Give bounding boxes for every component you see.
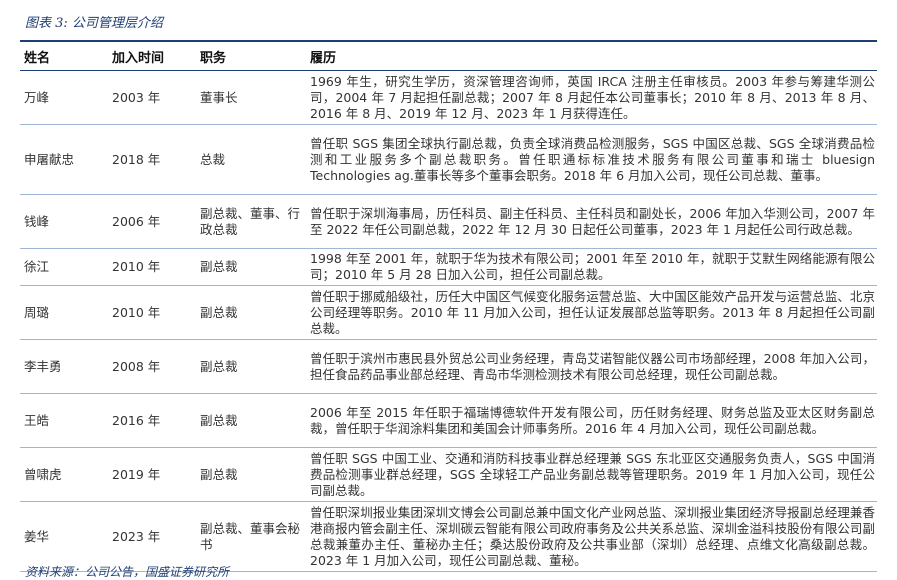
management-table: 姓名 加入时间 职务 履历 万峰 2003 年 董事长 1969 年生，研究生学… [20, 42, 877, 572]
report-page: 图表 3: 公司管理层介绍 姓名 加入时间 职务 履历 万峰 2003 年 董事… [0, 0, 897, 579]
cell-year: 2003 年 [108, 70, 196, 125]
cell-title: 副总裁 [196, 339, 306, 394]
cell-title: 副总裁 [196, 393, 306, 448]
cell-year: 2018 年 [108, 124, 196, 195]
cell-name: 姜华 [20, 501, 108, 572]
cell-title: 董事长 [196, 70, 306, 125]
cell-name: 周璐 [20, 285, 108, 340]
table-row: 李丰勇 2008 年 副总裁 曾任职于滨州市惠民县外贸总公司业务经理，青岛艾诺智… [20, 339, 877, 394]
cell-year: 2006 年 [108, 194, 196, 249]
cell-title: 副总裁、董事会秘书 [196, 501, 306, 572]
header-name: 姓名 [20, 42, 108, 71]
cell-bio: 曾任职于挪威船级社，历任大中国区气候变化服务运营总监、大中国区能效产品开发与运营… [306, 285, 877, 340]
cell-title: 副总裁 [196, 447, 306, 502]
cell-bio: 曾任职于滨州市惠民县外贸总公司业务经理，青岛艾诺智能仪器公司市场部经理，2008… [306, 339, 877, 394]
cell-bio: 曾任职深圳报业集团深圳文博会公司副总兼中国文化产业网总监、深圳报业集团经济导报副… [306, 501, 877, 572]
cell-year: 2016 年 [108, 393, 196, 448]
table-row: 申屠献忠 2018 年 总裁 曾任职 SGS 集团全球执行副总裁，负责全球消费品… [20, 124, 877, 195]
table-row: 钱峰 2006 年 副总裁、董事、行政总裁 曾任职于深圳海事局，历任科员、副主任… [20, 194, 877, 249]
cell-title: 副总裁 [196, 248, 306, 286]
cell-name: 王皓 [20, 393, 108, 448]
header-biography: 履历 [306, 42, 877, 71]
table-row: 曾啸虎 2019 年 副总裁 曾任职 SGS 中国工业、交通和消防科技事业群总经… [20, 447, 877, 502]
cell-name: 李丰勇 [20, 339, 108, 394]
cell-name: 万峰 [20, 70, 108, 125]
table-row: 周璐 2010 年 副总裁 曾任职于挪威船级社，历任大中国区气候变化服务运营总监… [20, 285, 877, 340]
table-row: 万峰 2003 年 董事长 1969 年生，研究生学历，资深管理咨询师，英国 I… [20, 70, 877, 125]
source-note: 资料来源：公司公告，国盛证券研究所 [25, 565, 230, 579]
cell-bio: 曾任职 SGS 集团全球执行副总裁，负责全球消费品检测服务，SGS 中国区总裁、… [306, 124, 877, 195]
cell-year: 2010 年 [108, 248, 196, 286]
cell-year: 2019 年 [108, 447, 196, 502]
cell-bio: 曾任职 SGS 中国工业、交通和消防科技事业群总经理兼 SGS 东北亚区交通服务… [306, 447, 877, 502]
table-header-row: 姓名 加入时间 职务 履历 [20, 42, 877, 71]
figure-caption: 图表 3: 公司管理层介绍 [25, 16, 163, 31]
table-row: 王皓 2016 年 副总裁 2006 年至 2015 年任职于福瑞博德软件开发有… [20, 393, 877, 448]
table-row: 徐江 2010 年 副总裁 1998 年至 2001 年，就职于华为技术有限公司… [20, 248, 877, 286]
cell-title: 总裁 [196, 124, 306, 195]
cell-bio: 1998 年至 2001 年，就职于华为技术有限公司；2001 年至 2010 … [306, 248, 877, 286]
header-position: 职务 [196, 42, 306, 71]
cell-title: 副总裁 [196, 285, 306, 340]
table-row: 姜华 2023 年 副总裁、董事会秘书 曾任职深圳报业集团深圳文博会公司副总兼中… [20, 501, 877, 572]
cell-bio: 曾任职于深圳海事局，历任科员、副主任科员、主任科员和副处长，2006 年加入华测… [306, 194, 877, 249]
cell-name: 申屠献忠 [20, 124, 108, 195]
cell-year: 2023 年 [108, 501, 196, 572]
cell-name: 钱峰 [20, 194, 108, 249]
cell-bio: 2006 年至 2015 年任职于福瑞博德软件开发有限公司，历任财务经理、财务总… [306, 393, 877, 448]
cell-bio: 1969 年生，研究生学历，资深管理咨询师，英国 IRCA 注册主任审核员。20… [306, 70, 877, 125]
cell-name: 徐江 [20, 248, 108, 286]
cell-name: 曾啸虎 [20, 447, 108, 502]
cell-year: 2008 年 [108, 339, 196, 394]
header-join-year: 加入时间 [108, 42, 196, 71]
cell-title: 副总裁、董事、行政总裁 [196, 194, 306, 249]
cell-year: 2010 年 [108, 285, 196, 340]
